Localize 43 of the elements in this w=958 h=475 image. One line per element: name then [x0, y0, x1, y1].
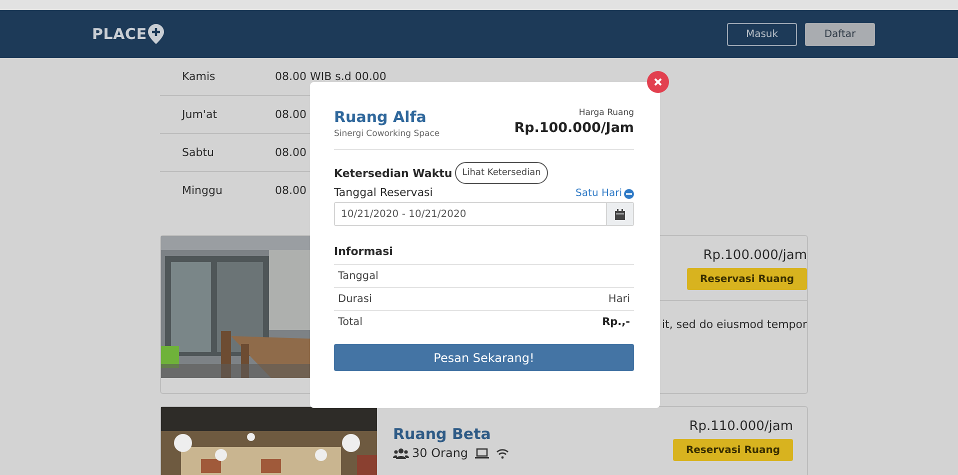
close-icon [654, 78, 662, 86]
price-text: Rp.100.000/Jam [514, 120, 634, 136]
reserve-button[interactable]: Reservasi Ruang [687, 268, 808, 290]
hours-cell: 08.00 [275, 108, 306, 121]
people-icon [393, 448, 409, 458]
login-button[interactable]: Masuk [727, 22, 797, 46]
calendar-icon [615, 208, 625, 220]
hours-cell: 08.00 WIB s.d 00.00 [275, 70, 386, 83]
info-value: Rp.,- [602, 316, 630, 328]
dialog-subtitle: Sinergi Coworking Space [334, 129, 440, 139]
laptop-icon [475, 448, 490, 458]
room-name: Ruang Beta [393, 425, 492, 443]
info-value: Hari [608, 293, 630, 305]
close-button[interactable] [647, 71, 669, 93]
date-label: Tanggal Reservasi [334, 186, 433, 199]
availability-button[interactable]: Lihat Ketersedian [455, 162, 548, 184]
hours-cell: 08.00 [275, 184, 306, 197]
day-cell-text: Jum'at [180, 108, 218, 121]
wifi-icon [496, 448, 510, 458]
info-label: Total [338, 316, 363, 328]
minus-circle-icon [624, 188, 634, 198]
pin-plus-icon [148, 24, 164, 44]
capacity-text: 30 Orang [412, 446, 468, 460]
calendar-button[interactable] [606, 203, 633, 225]
hours-cell: 08.00 [275, 146, 306, 159]
logo-text[interactable]: PLACE [92, 25, 147, 43]
info-title: Informasi [334, 245, 394, 258]
day-cell-text: Kamis [181, 70, 216, 83]
single-day-toggle[interactable]: Satu Hari [576, 188, 634, 199]
room-price: Rp.100.000/jam [703, 248, 808, 263]
dialog-title: Ruang Alfa [334, 108, 428, 126]
day-cell-text: Minggu [181, 184, 224, 197]
info-label: Durasi [338, 293, 372, 305]
order-button[interactable]: Pesan Sekarang! [334, 344, 634, 371]
info-label: Tanggal [338, 270, 378, 282]
reserve-button[interactable]: Reservasi Ruang [673, 439, 793, 461]
room-description: it, sed do eiusmod tempor [662, 318, 808, 331]
date-range-field[interactable]: 10/21/2020 - 10/21/2020 [334, 202, 634, 226]
register-button[interactable]: Daftar [805, 22, 875, 46]
room-price: Rp.110.000/jam [689, 419, 793, 434]
availability-label: Ketersedian Waktu [334, 166, 452, 180]
price-label: Harga Ruang [578, 108, 634, 118]
day-cell-text: Sabtu [181, 146, 215, 159]
